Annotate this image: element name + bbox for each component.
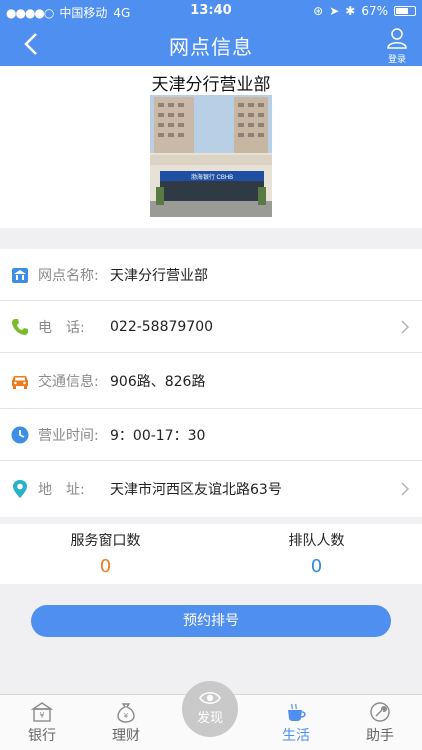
tab-assistant-label: 助手 (366, 728, 394, 744)
status-bar: ●●●●○ 中国移动 4G 13:40 ⊛ ➤ ✱ 67% (0, 0, 422, 22)
tab-life[interactable]: 生活 (254, 701, 338, 745)
page-title: 网点信息 (169, 35, 253, 59)
bluetooth-icon: ✱ (345, 4, 356, 18)
windows-label: 服务窗口数 (70, 533, 141, 549)
car-icon (12, 375, 28, 389)
status-right: ⊛ ➤ ✱ 67% (313, 4, 416, 18)
phone-icon (12, 318, 28, 335)
chevron-right-icon (401, 482, 410, 496)
money-bag-icon: ¥ (117, 703, 135, 723)
tab-discover-label: 发现 (196, 711, 223, 726)
branch-sign-text: 渤海银行 CBHB (191, 173, 233, 181)
info-row-hours: 营业时间: 9：00-17：30 (0, 409, 422, 461)
branch-title: 天津分行营业部 (151, 75, 271, 95)
bank-icon (12, 267, 28, 283)
tab-life-label: 生活 (282, 728, 310, 744)
info-value-phone: 022-58879700 (110, 318, 214, 335)
tab-assistant[interactable]: 助手 (338, 701, 422, 745)
branch-header: 天津分行营业部 渤海银行 CBHB (0, 66, 422, 228)
tab-finance-label: 理财 (112, 728, 140, 744)
queue-label: 排队人数 (288, 533, 345, 549)
info-label-hours: 营业时间: (38, 427, 99, 444)
info-label-transit: 交通信息: (38, 373, 99, 390)
tab-bank[interactable]: ¥ 银行 (0, 701, 84, 745)
queue-stats: 服务窗口数 0 排队人数 0 (0, 524, 422, 584)
wrench-icon (370, 702, 390, 722)
info-row-transit: 交通信息: 906路、826路 (0, 353, 422, 409)
battery-percent: 67% (361, 4, 388, 18)
info-label-address: 地 址: (38, 482, 85, 498)
info-label-phone: 电 话: (38, 319, 85, 336)
svg-text:¥: ¥ (124, 712, 129, 720)
tab-finance[interactable]: ¥ 理财 (84, 701, 168, 745)
cup-icon (288, 703, 306, 721)
info-value-hours: 9：00-17：30 (110, 427, 206, 444)
login-button[interactable]: 登录 (382, 26, 412, 65)
rotation-lock-icon: ⊛ (313, 4, 324, 18)
info-row-address[interactable]: 地 址: 天津市河西区友谊北路63号 (0, 461, 422, 517)
tab-bank-label: 银行 (28, 728, 56, 744)
tab-discover[interactable]: 发现 (182, 681, 238, 737)
nav-bar: 网点信息 登录 (0, 22, 422, 66)
reserve-queue-button[interactable]: 预约排号 (31, 605, 391, 637)
svg-text:¥: ¥ (39, 711, 44, 720)
location-arrow-icon: ➤ (329, 4, 340, 18)
branch-photo: 渤海银行 CBHB (150, 95, 272, 217)
info-row-phone[interactable]: 电 话: 022-58879700 (0, 301, 422, 353)
info-value-transit: 906路、826路 (110, 373, 206, 390)
battery-icon (394, 6, 416, 16)
chevron-right-icon (401, 319, 410, 334)
location-pin-icon (13, 480, 27, 498)
user-icon (387, 28, 407, 49)
clock-icon (11, 426, 29, 443)
login-label: 登录 (387, 55, 406, 65)
info-row-name: 网点名称: 天津分行营业部 (0, 249, 422, 301)
eye-icon (199, 691, 221, 705)
windows-stat: 服务窗口数 0 (0, 530, 211, 577)
queue-value: 0 (310, 556, 323, 577)
branch-info-list: 网点名称: 天津分行营业部 电 话: 022-58879700 交通信息: 90… (0, 249, 422, 517)
queue-stat: 排队人数 0 (211, 530, 422, 577)
info-value-name: 天津分行营业部 (110, 267, 208, 284)
windows-value: 0 (99, 556, 112, 577)
bank-tab-icon: ¥ (30, 702, 54, 722)
info-value-address: 天津市河西区友谊北路63号 (110, 482, 282, 498)
info-label-name: 网点名称: (38, 267, 99, 284)
